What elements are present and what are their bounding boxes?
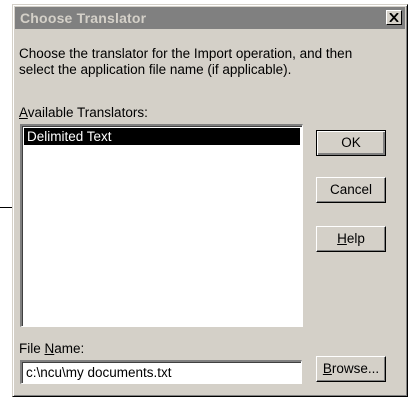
translators-listbox[interactable]: Delimited Text <box>20 124 303 327</box>
list-item-delimited-text[interactable]: Delimited Text <box>24 128 300 145</box>
available-translators-label: Available Translators: <box>19 105 148 120</box>
title-bar[interactable]: Choose Translator <box>15 7 405 29</box>
help-button[interactable]: Help <box>316 226 386 252</box>
dialog-title: Choose Translator <box>20 10 147 26</box>
file-name-label: File Name: <box>19 341 85 356</box>
browse-button[interactable]: Browse... <box>316 356 386 382</box>
cancel-button[interactable]: Cancel <box>316 177 386 203</box>
file-name-input[interactable] <box>20 360 302 384</box>
close-icon[interactable] <box>386 10 402 25</box>
ok-button[interactable]: OK <box>316 130 386 156</box>
instructions-text: Choose the translator for the Import ope… <box>19 46 353 77</box>
